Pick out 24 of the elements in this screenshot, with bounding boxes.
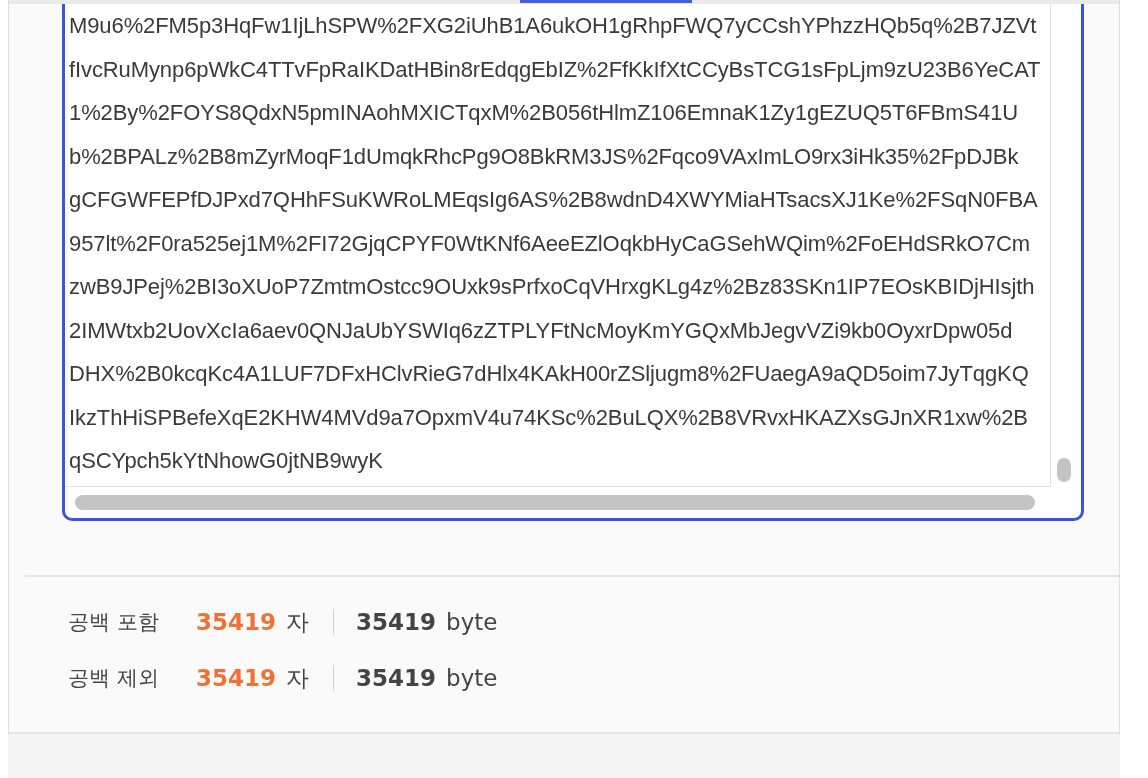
text-line: 957lt%2F0ra525ej1M%2FI72GjqCPYF0WtKNf6AeeEZlOqkbHyCaGSehWQim%2FoEHdSRkO7Cm [69, 229, 1031, 258]
text-line: qSCYpch5kYtNhowG0jtNB9wyK [69, 447, 384, 475]
text-line: fIvcRuMynp6pWkC4TTvFpRaIKDatHBin8rEdqgEbIZ%2FfKkIfXtCCyBsTCG1sFpLjm9zU23B6YeCAT [69, 55, 1042, 84]
text-line: gCFGWFEPfDJPxd7QHhFSuKWRoLMEqsIg6AS%2B8wdnD4XWYMiaHTsacsXJ1Ke%2FSqN0FBA [69, 186, 1039, 214]
text-line: 2IMWtxb2UovXcIa6aev0QNJaUbYSWIq6zZTPLYFtNcMoyKmYGQxMbJegvVZi9kb0OyxrDpw05d [69, 316, 1014, 345]
byte-count: 35419 [356, 665, 437, 691]
byte-unit: byte [446, 609, 498, 635]
char-count: 35419 [196, 609, 277, 635]
scrollbar-thumb[interactable] [1057, 458, 1071, 482]
text-line: M9u6%2FM5p3HqFw1IjLhSPW%2FXG2iUhB1A6ukOH1gRhpFWQ7yCCshYPhzzHQb5q%2B7JZVt [69, 12, 1038, 40]
char-count: 35419 [196, 665, 277, 691]
stat-label: 공백 제외 [68, 665, 160, 692]
byte-unit: byte [446, 665, 498, 691]
scrollbar-thumb[interactable] [75, 495, 1035, 510]
byte-count: 35419 [356, 609, 437, 635]
text-line: zwB9JPej%2BI3oXUoP7ZmtmOstcc9OUxk9sPrfxoCqVHrxgKLg4z%2Bz83SKn1IP7EOsKBIDjHIsjth [69, 273, 1036, 301]
char-unit: 자 [286, 663, 310, 693]
stat-label: 공백 포함 [68, 609, 160, 636]
text-line: b%2BPALz%2B8mZyrMoqF1dUmqkRhcPg9O8BkRM3JS%2Fqco9VAxImLO9rx3iHk35%2FpDJBk [69, 142, 1020, 171]
text-line: 1%2By%2FOYS8QdxN5pmINAohMXICTqxM%2B056tHlmZ106EmnaK1Zy1gEZUQ5T6FBmS41U [69, 99, 1020, 127]
char-unit: 자 [286, 607, 310, 637]
text-area[interactable] [62, 4, 1084, 521]
text-line: DHX%2B0kcqKc4A1LUF7DFxHClvRieG7dHlx4KAkH00rZSljugm8%2FUaegA9aQD5oim7JyTqgKQ [69, 360, 1030, 388]
text-line: IkzThHiSPBefeXqE2KHW4MVd9a7OpxmV4u74KSc%2BuLQX%2B8VRvxHKAZXsGJnXR1xw%2B [69, 403, 1029, 432]
